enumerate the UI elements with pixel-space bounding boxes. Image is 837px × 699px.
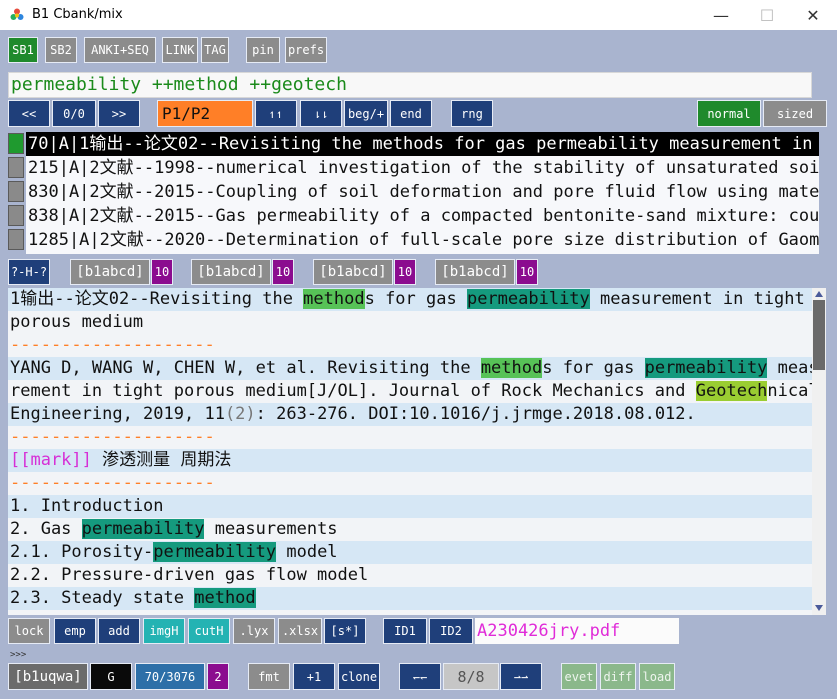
result-list: 70|A|1输出--论文02--Revisiting the methods f… <box>26 132 819 254</box>
diff-button[interactable]: diff <box>600 663 636 690</box>
record-count: 70/3076 <box>135 663 205 690</box>
current-tag-button[interactable]: [b1uqwa] <box>8 663 88 690</box>
filename-field[interactable]: A230426jry.pdf <box>475 618 679 644</box>
maximize-button[interactable]: ☐ <box>744 0 790 30</box>
beg-button[interactable]: beg/+ <box>344 100 388 127</box>
sized-mode-button[interactable]: sized <box>763 100 827 127</box>
end-button[interactable]: end <box>390 100 432 127</box>
anki-seq-button[interactable]: ANKI+SEQ <box>84 37 156 63</box>
clone-button[interactable]: clone <box>338 663 380 690</box>
detail-line: 2.3. Steady state method <box>8 587 812 610</box>
cut-h-button[interactable]: cutH <box>188 618 230 644</box>
help-button[interactable]: ?-H-? <box>8 259 50 285</box>
fmt-button[interactable]: fmt <box>248 663 290 690</box>
scroll-up-icon[interactable] <box>814 290 824 298</box>
result-marker[interactable] <box>8 157 24 178</box>
separator: -------------------- <box>10 335 215 355</box>
prefs-button[interactable]: prefs <box>285 37 327 63</box>
search-input[interactable]: permeability ++method ++geotech <box>8 72 812 98</box>
evet-button[interactable]: evet <box>561 663 597 690</box>
pin-button[interactable]: pin <box>246 37 280 63</box>
g-button[interactable]: G <box>90 663 132 690</box>
close-button[interactable]: ✕ <box>790 0 836 30</box>
window-title: B1 Cbank/mix <box>32 7 123 22</box>
slot-button-4[interactable]: [b1abcd] <box>435 259 515 285</box>
move-up-button[interactable]: ↿↿ <box>255 100 297 127</box>
result-row[interactable]: 838|A|2文献--2015--Gas permeability of a c… <box>26 204 819 228</box>
detail-text-area[interactable]: 1输出--论文02--Revisiting the methods for ga… <box>8 288 812 615</box>
img-h-button[interactable]: imgH <box>143 618 185 644</box>
sb2-button[interactable]: SB2 <box>45 37 77 63</box>
lock-button[interactable]: lock <box>8 618 50 644</box>
star-button[interactable]: [s*] <box>324 618 366 644</box>
load-button[interactable]: load <box>639 663 675 690</box>
detail-line: YANG D, WANG W, CHEN W, et al. Revisitin… <box>8 357 812 380</box>
result-row[interactable]: 215|A|2文献--1998--numerical investigation… <box>26 156 819 180</box>
id1-button[interactable]: ID1 <box>383 618 427 644</box>
console-prompt: >>> <box>10 650 27 660</box>
detail-line: 2.2. Pressure-driven gas flow model <box>10 565 369 585</box>
range-button[interactable]: rng <box>451 100 493 127</box>
slot-button-3[interactable]: [b1abcd] <box>313 259 393 285</box>
scroll-down-icon[interactable] <box>814 604 824 612</box>
result-marker[interactable] <box>8 205 24 226</box>
count-badge: 2 <box>207 663 229 690</box>
counter-display[interactable]: 0/0 <box>52 100 96 127</box>
next-page-button[interactable]: >> <box>98 100 140 127</box>
prev-page-button[interactable]: << <box>8 100 50 127</box>
add-button[interactable]: add <box>98 618 140 644</box>
xlsx-button[interactable]: .xlsx <box>278 618 322 644</box>
detail-line: Engineering, 2019, 11(2): 263-276. DOI:1… <box>8 403 812 426</box>
result-marker[interactable] <box>8 229 24 250</box>
slot-count-3: 10 <box>394 259 416 285</box>
tag-button[interactable]: TAG <box>201 37 229 63</box>
page-indicator[interactable]: P1/P2 <box>157 100 253 127</box>
slot-count-2: 10 <box>272 259 294 285</box>
next-record-button[interactable]: ⇀⇀ <box>500 663 542 690</box>
minimize-button[interactable]: — <box>698 0 744 30</box>
id2-button[interactable]: ID2 <box>429 618 473 644</box>
separator: -------------------- <box>10 427 215 447</box>
move-down-button[interactable]: ⇂⇂ <box>300 100 342 127</box>
slot-count-4: 10 <box>516 259 538 285</box>
detail-line: 1输出--论文02--Revisiting the methods for ga… <box>8 288 812 311</box>
result-marker[interactable] <box>8 133 24 154</box>
detail-line: 2. Gas permeability measurements <box>10 519 338 539</box>
detail-line: [[mark]] 渗透测量 周期法 <box>8 449 812 472</box>
emp-button[interactable]: emp <box>54 618 96 644</box>
result-row[interactable]: 1285|A|2文献--2020--Determination of full-… <box>26 228 819 252</box>
detail-line: porous medium <box>10 312 144 332</box>
slot-button-2[interactable]: [b1abcd] <box>191 259 271 285</box>
plus-one-button[interactable]: +1 <box>293 663 335 690</box>
separator: -------------------- <box>10 473 215 493</box>
prev-record-button[interactable]: ↽↽ <box>399 663 441 690</box>
app-logo-icon <box>10 8 24 20</box>
sb1-button[interactable]: SB1 <box>8 37 38 63</box>
detail-line: 1. Introduction <box>8 495 812 518</box>
result-row[interactable]: 830|A|2文献--2015--Coupling of soil deform… <box>26 180 819 204</box>
slot-count-1: 10 <box>151 259 173 285</box>
lyx-button[interactable]: .lyx <box>233 618 275 644</box>
result-marker[interactable] <box>8 181 24 202</box>
record-position: 8/8 <box>443 663 499 690</box>
detail-line: 2.1. Porosity-permeability model <box>8 541 812 564</box>
scrollbar-thumb[interactable] <box>813 300 825 370</box>
detail-line: rement in tight porous medium[J/OL]. Jou… <box>10 381 812 401</box>
result-row[interactable]: 70|A|1输出--论文02--Revisiting the methods f… <box>26 132 819 156</box>
slot-button-1[interactable]: [b1abcd] <box>70 259 150 285</box>
normal-mode-button[interactable]: normal <box>697 100 761 127</box>
link-button[interactable]: LINK <box>162 37 198 63</box>
